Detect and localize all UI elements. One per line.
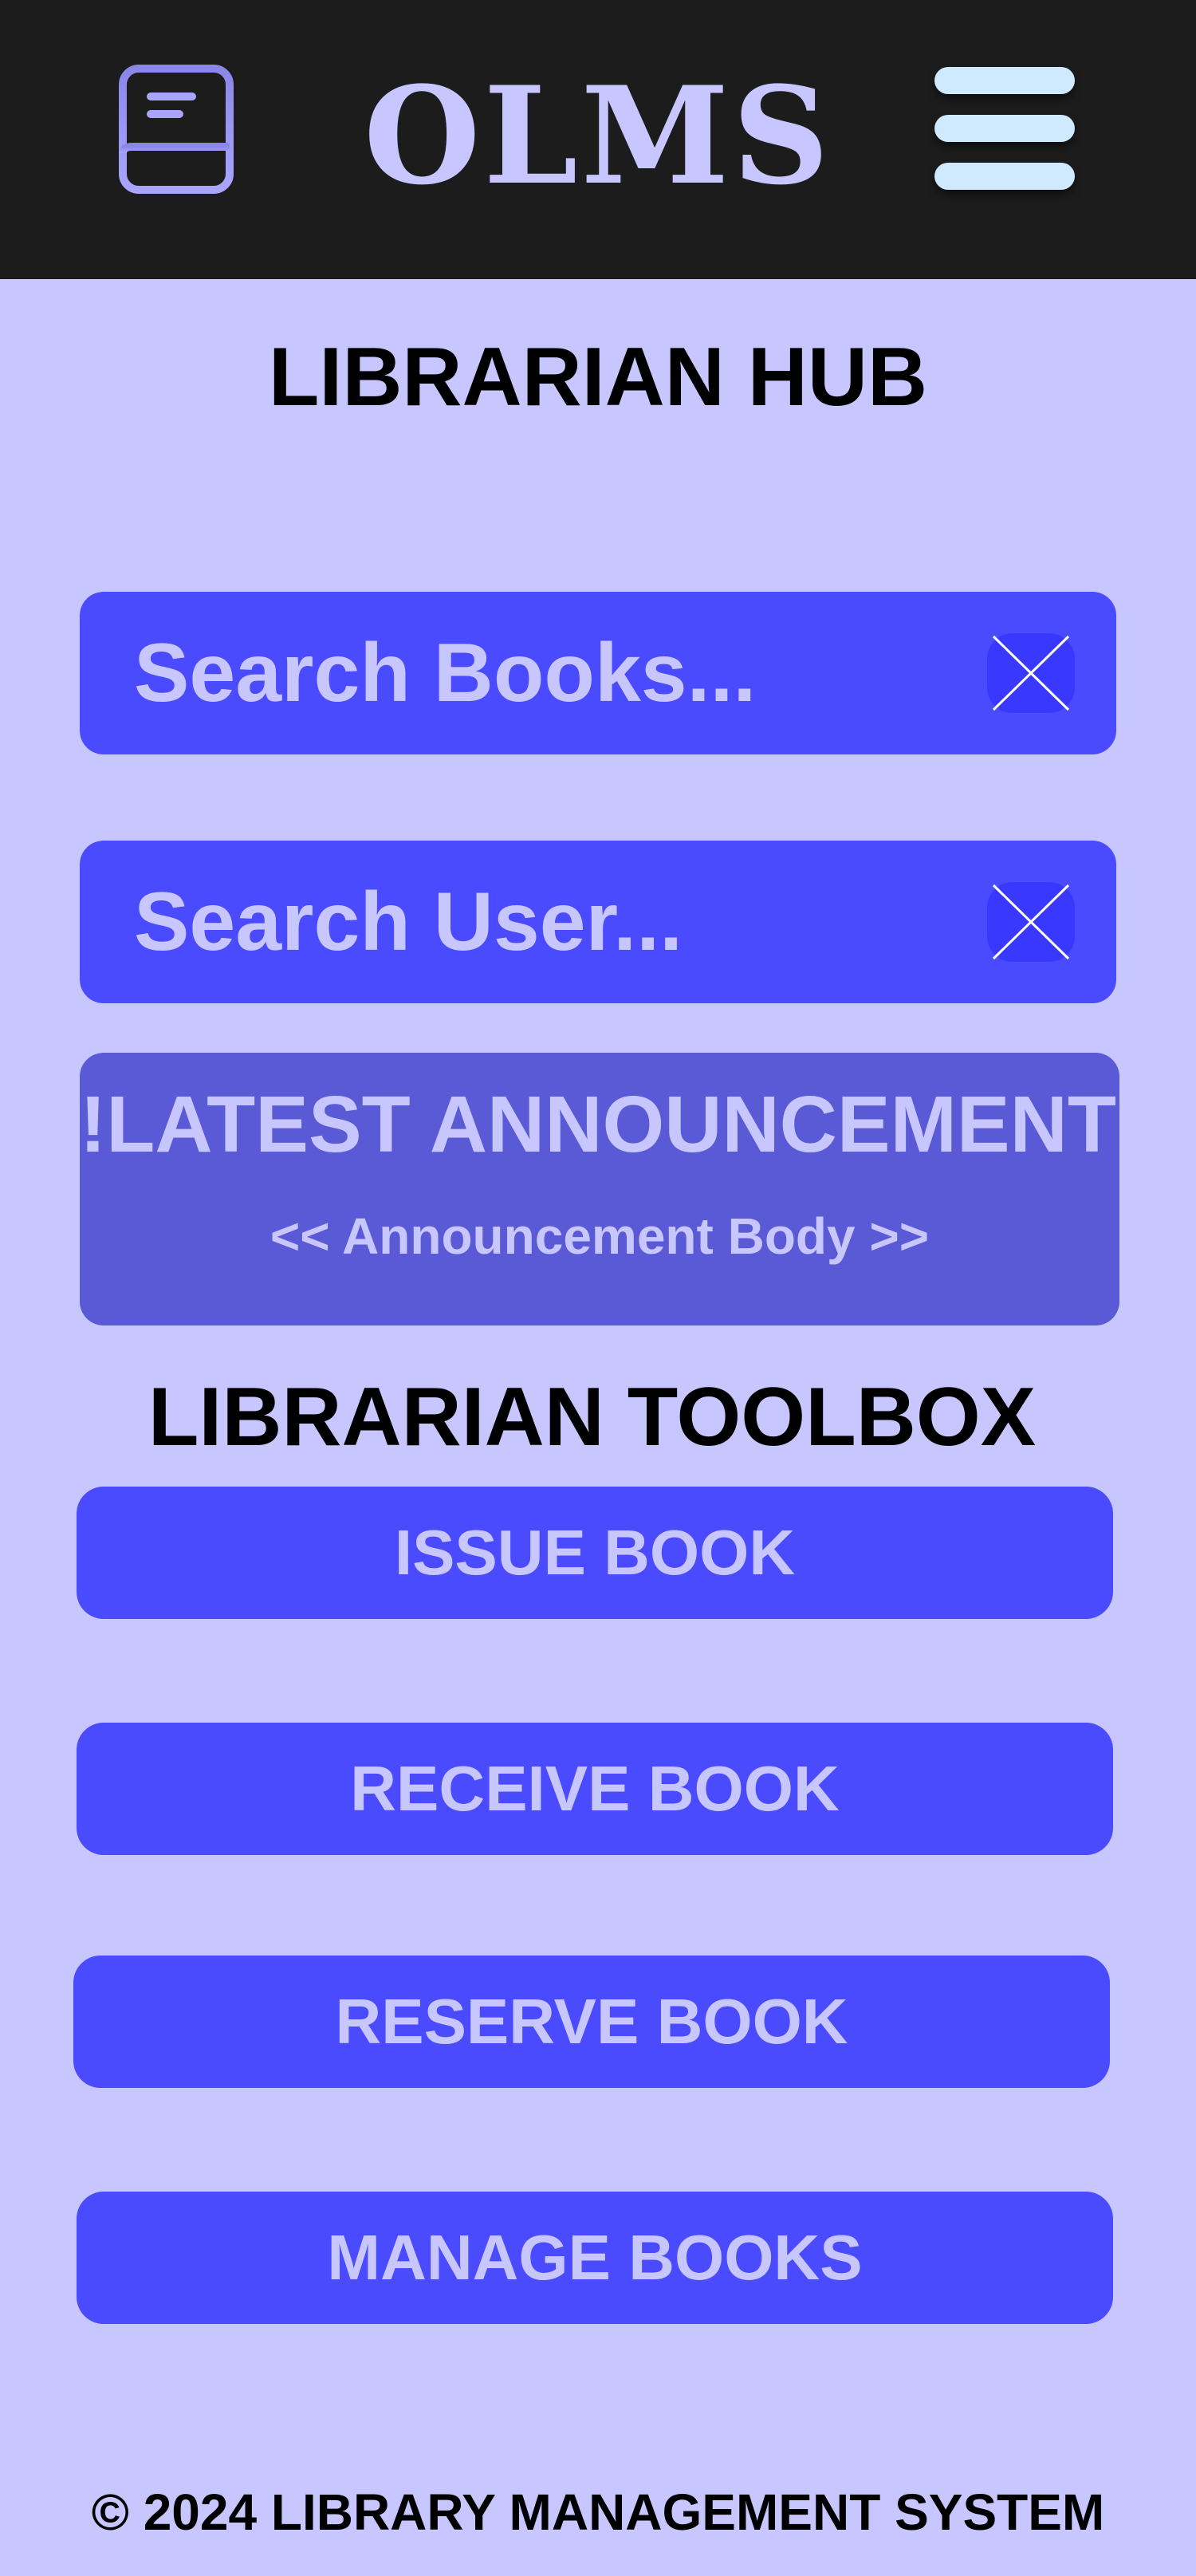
search-books-input[interactable] — [134, 592, 1011, 754]
close-icon[interactable] — [987, 882, 1075, 962]
search-user-box — [80, 841, 1116, 1003]
hamburger-menu-icon[interactable] — [934, 64, 1075, 191]
manage-books-button[interactable]: MANAGE BOOKS — [77, 2192, 1113, 2324]
toolbox-title: LIBRARIAN TOOLBOX — [148, 1371, 1037, 1463]
search-books-box — [80, 592, 1116, 754]
issue-book-button[interactable]: ISSUE BOOK — [77, 1487, 1113, 1619]
reserve-book-button[interactable]: RESERVE BOOK — [73, 1956, 1110, 2088]
announcement-body: << Announcement Body >> — [269, 1207, 930, 1265]
search-user-input[interactable] — [134, 841, 1011, 1003]
announcement-card: !LATEST ANNOUNCEMENT! << Announcement Bo… — [80, 1053, 1143, 1325]
app-header: OLMS — [0, 0, 1196, 279]
close-icon[interactable] — [987, 633, 1075, 713]
receive-book-button[interactable]: RECEIVE BOOK — [77, 1723, 1113, 1855]
footer-copyright: © 2024 LIBRARY MANAGEMENT SYSTEM — [91, 2483, 1105, 2541]
page-title: LIBRARIAN HUB — [268, 331, 928, 423]
footer: © 2024 LIBRARY MANAGEMENT SYSTEM — [0, 2424, 1196, 2576]
announcement-title: !LATEST ANNOUNCEMENT! — [80, 1080, 1143, 1169]
